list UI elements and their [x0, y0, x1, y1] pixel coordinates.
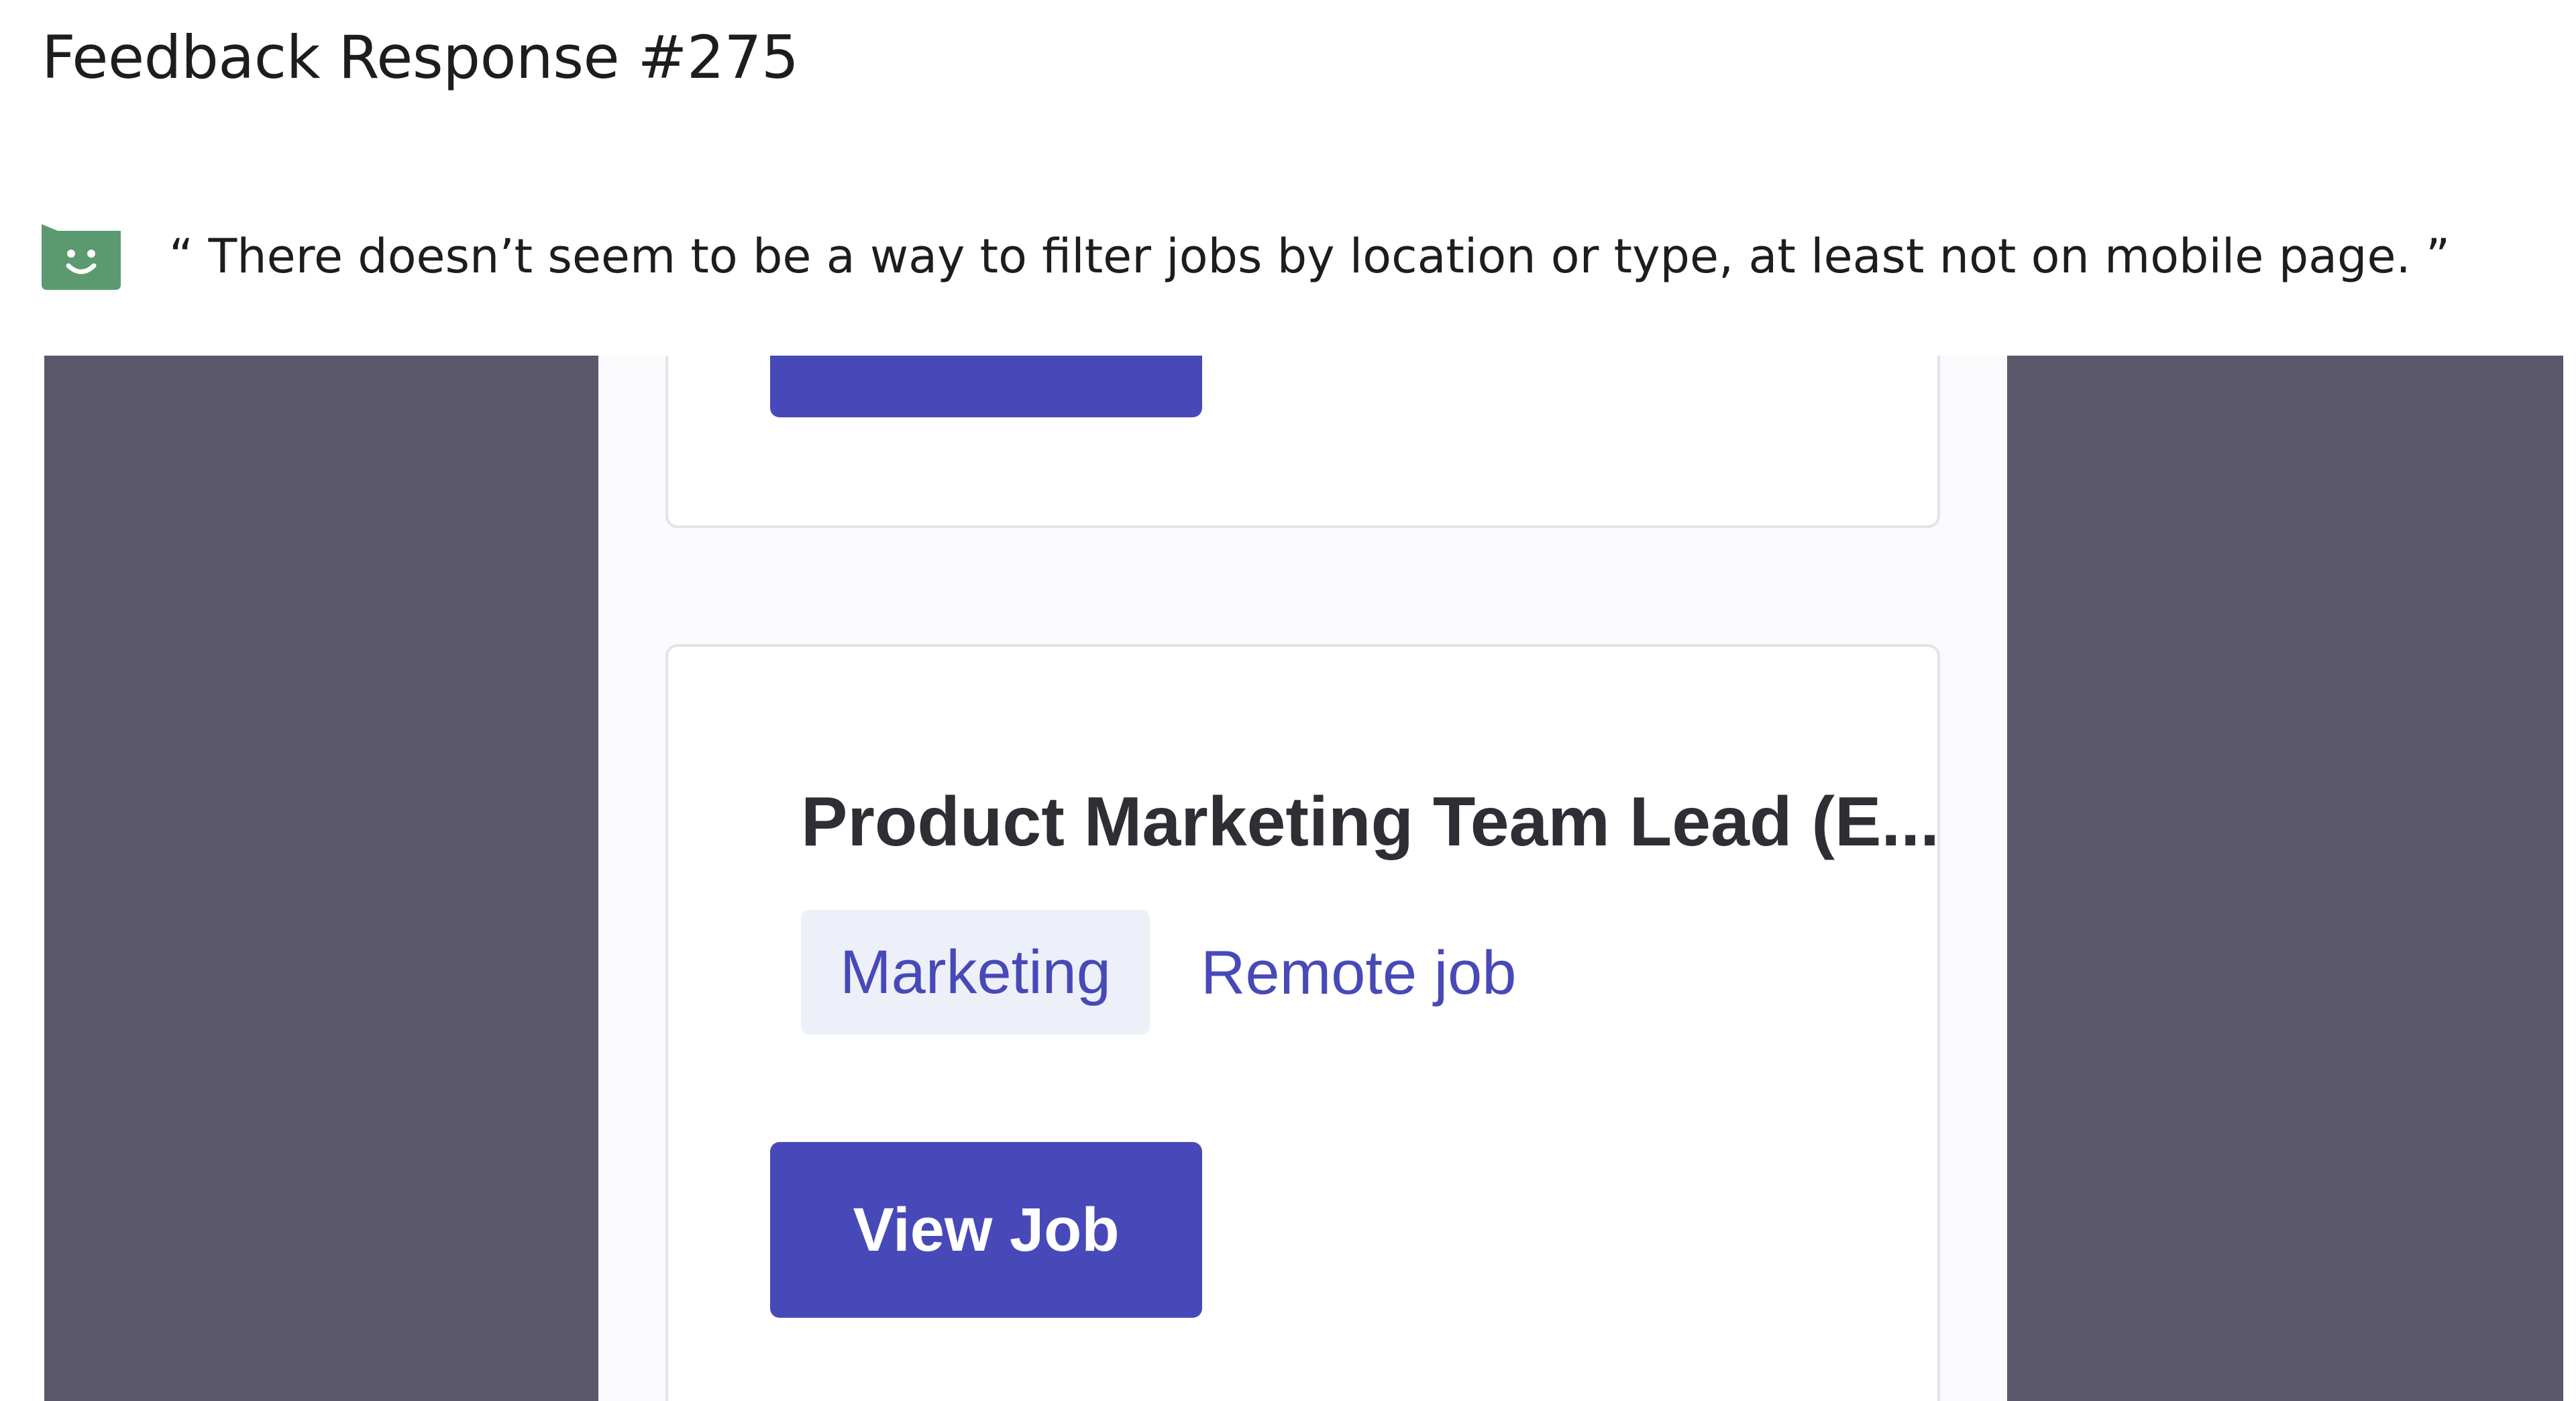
feedback-quote: “ There doesn’t seem to be a way to filt… [169, 229, 2451, 284]
view-job-button-previous[interactable] [770, 356, 1202, 417]
view-job-button[interactable]: View Job [770, 1142, 1202, 1318]
page-title: Feedback Response #275 [42, 23, 799, 92]
feedback-response-page: Feedback Response #275 “ There doesn’t s… [0, 0, 2576, 1401]
attached-screenshot: Product Marketing Team Lead (E... Market… [44, 356, 2563, 1401]
mobile-job-list: Product Marketing Team Lead (E... Market… [598, 356, 2007, 1401]
tag-remote-job: Remote job [1201, 939, 1517, 1007]
job-title[interactable]: Product Marketing Team Lead (E... [801, 778, 1939, 866]
tag-marketing: Marketing [801, 910, 1150, 1035]
smiley-face-icon [42, 224, 121, 290]
